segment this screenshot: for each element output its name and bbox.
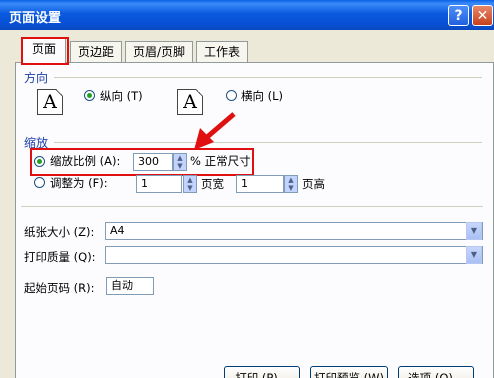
help-button[interactable]: ? [448, 5, 469, 26]
pages-tall-label: 页高 [302, 177, 325, 191]
first-page-number-input[interactable]: 自动 [106, 277, 154, 295]
portrait-radio[interactable] [84, 90, 95, 101]
section-divider [21, 206, 483, 207]
page-setup-dialog: 页面设置 ? ✕ 页面 页边距 页眉/页脚 工作表 方向 A 纵向 (T) A … [0, 0, 494, 378]
pages-wide-spinner[interactable]: ▲ ▼ [183, 175, 197, 193]
title-bar: 页面设置 ? ✕ [0, 0, 494, 30]
print-button[interactable]: 打印 (P)... [224, 366, 300, 378]
options-button[interactable]: 选项 (O)... [398, 366, 474, 378]
tab-sheet[interactable]: 工作表 [196, 41, 248, 62]
print-quality-label: 打印质量 (Q): [24, 250, 96, 264]
tab-header-footer[interactable]: 页眉/页脚 [125, 41, 193, 62]
paper-size-dropdown-icon[interactable]: ▼ [466, 222, 482, 240]
portrait-label: 纵向 (T) [100, 89, 143, 103]
pages-wide-input[interactable]: 1 [136, 175, 182, 193]
red-arrow-annotation [194, 112, 236, 150]
fit-to-radio[interactable] [34, 177, 45, 188]
paper-size-label: 纸张大小 (Z): [24, 225, 95, 239]
highlight-tab-page [21, 37, 69, 65]
close-button[interactable]: ✕ [472, 5, 493, 26]
scaling-divider [54, 142, 482, 143]
fit-to-label: 调整为 (F): [50, 176, 108, 190]
tab-panel-page [15, 62, 494, 378]
pages-wide-label: 页宽 [201, 177, 224, 191]
tab-margins[interactable]: 页边距 [70, 41, 122, 62]
landscape-label: 横向 (L) [241, 89, 284, 103]
first-page-number-label: 起始页码 (R): [24, 281, 95, 295]
orientation-section-label: 方向 [24, 71, 49, 85]
orientation-divider [54, 77, 482, 78]
print-quality-select[interactable] [105, 246, 483, 264]
print-preview-button[interactable]: 打印预览 (W) [310, 366, 388, 378]
landscape-radio[interactable] [226, 90, 237, 101]
print-quality-dropdown-icon[interactable]: ▼ [466, 246, 482, 264]
portrait-page-icon: A [37, 89, 63, 115]
paper-size-select[interactable]: A4 [105, 222, 483, 240]
pages-tall-input[interactable]: 1 [236, 175, 284, 193]
pages-tall-spinner[interactable]: ▲ ▼ [284, 175, 298, 193]
dialog-title: 页面设置 [9, 11, 62, 26]
